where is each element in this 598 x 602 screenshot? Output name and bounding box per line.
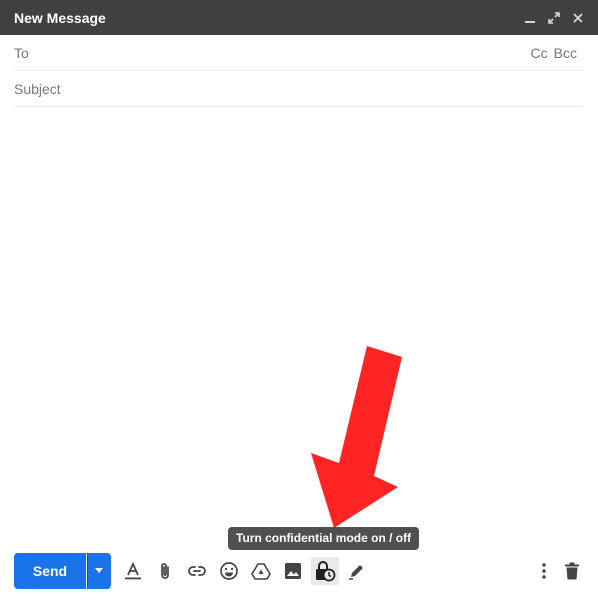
insert-link-icon [188, 566, 206, 576]
insert-photo-icon [285, 563, 301, 579]
subject-field[interactable]: Subject [14, 71, 583, 107]
send-button[interactable]: Send [14, 553, 86, 589]
cc-bcc-links: Cc Bcc [531, 45, 577, 61]
more-options-button[interactable] [530, 557, 558, 585]
message-body[interactable] [14, 108, 583, 538]
attach-files-icon [161, 563, 169, 579]
minimize-button[interactable] [518, 6, 542, 30]
bcc-link[interactable]: Bcc [554, 45, 577, 61]
compose-toolbar: Send [0, 553, 598, 591]
formatting-options-icon [125, 561, 141, 580]
insert-photo-button[interactable] [279, 557, 307, 585]
close-button[interactable] [566, 6, 590, 30]
confidential-mode-icon [316, 561, 336, 582]
subject-placeholder: Subject [14, 80, 61, 97]
send-options-icon [95, 568, 103, 573]
discard-draft-button[interactable] [558, 557, 586, 585]
send-options-button[interactable] [87, 553, 111, 589]
more-options-icon [542, 563, 546, 579]
attach-files-button[interactable] [151, 557, 179, 585]
window-controls [518, 0, 590, 35]
formatting-options-button[interactable] [119, 557, 147, 585]
discard-draft-icon [565, 562, 579, 580]
compose-window: New Message To Cc Bcc Subject Turn confi… [0, 0, 598, 602]
close-icon [573, 12, 583, 23]
insert-drive-icon [251, 563, 271, 580]
insert-emoji-button[interactable] [215, 557, 243, 585]
to-label: To [14, 44, 29, 61]
expand-icon [548, 11, 560, 24]
confidential-mode-tooltip: Turn confidential mode on / off [228, 527, 420, 550]
compose-title-bar[interactable]: New Message [0, 0, 598, 35]
cc-link[interactable]: Cc [531, 45, 548, 61]
insert-drive-button[interactable] [247, 557, 275, 585]
insert-emoji-icon [220, 562, 238, 580]
send-button-group: Send [14, 553, 111, 589]
full-screen-button[interactable] [542, 6, 566, 30]
confidential-mode-button[interactable] [311, 557, 339, 585]
signature-icon [349, 565, 363, 580]
to-field[interactable]: To Cc Bcc [14, 35, 583, 71]
minimize-icon [525, 20, 535, 23]
insert-link-button[interactable] [183, 557, 211, 585]
insert-signature-button[interactable] [343, 557, 371, 585]
compose-title: New Message [14, 9, 106, 26]
annotation-arrow [311, 346, 402, 528]
